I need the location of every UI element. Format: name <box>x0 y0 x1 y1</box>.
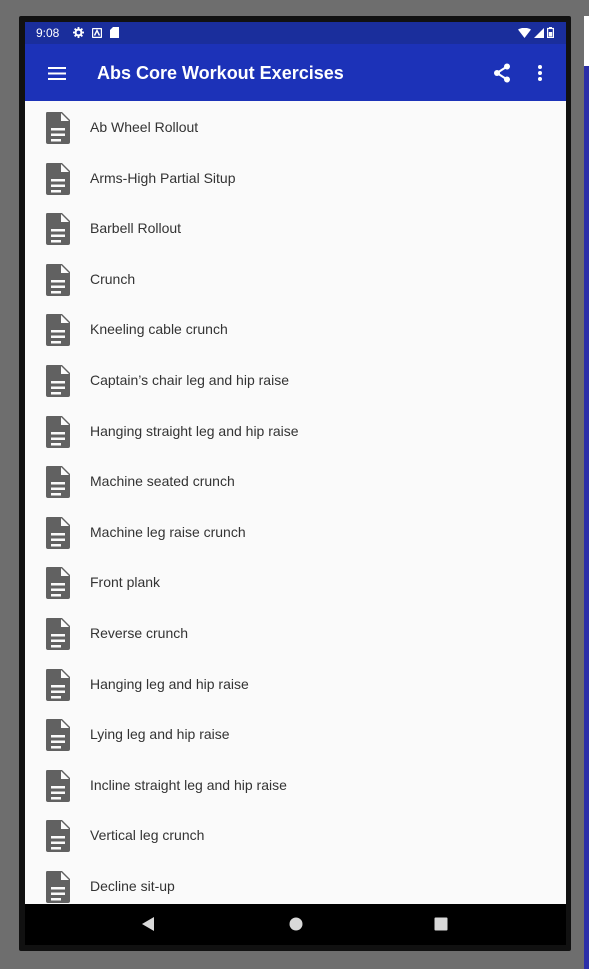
wifi-icon <box>518 27 531 38</box>
document-icon <box>46 213 70 246</box>
list-item-label: Kneeling cable crunch <box>90 321 228 338</box>
list-item[interactable]: Incline straight leg and hip raise <box>25 759 566 810</box>
list-item-label: Hanging straight leg and hip raise <box>90 422 299 439</box>
back-triangle-icon[interactable] <box>141 916 155 932</box>
side-edge-top <box>584 16 589 66</box>
list-item[interactable]: Hanging straight leg and hip raise <box>25 405 566 456</box>
list-item[interactable]: Ab Wheel Rollout <box>25 101 566 152</box>
list-item-label: Reverse crunch <box>90 624 189 641</box>
share-icon <box>494 63 510 83</box>
list-item[interactable]: Decline sit-up <box>25 860 566 904</box>
list-item-label: Arms-High Partial Situp <box>90 169 236 186</box>
app-bar: Abs Core Workout Exercises <box>25 44 566 101</box>
hamburger-menu-icon <box>48 66 66 80</box>
document-icon <box>46 668 70 701</box>
list-item[interactable]: Lying leg and hip raise <box>25 708 566 759</box>
list-item[interactable]: Machine seated crunch <box>25 455 566 506</box>
recents-square-icon[interactable] <box>434 917 448 931</box>
list-item[interactable]: Reverse crunch <box>25 607 566 658</box>
list-item-label: Incline straight leg and hip raise <box>90 776 287 793</box>
document-icon <box>46 617 70 650</box>
list-item[interactable]: Barbell Rollout <box>25 202 566 253</box>
settings-icon <box>73 27 84 38</box>
document-icon <box>46 466 70 499</box>
list-item-label: Ab Wheel Rollout <box>90 119 199 135</box>
status-bar: 9:08 <box>25 22 566 44</box>
more-options-button[interactable] <box>528 61 552 85</box>
status-time: 9:08 <box>36 26 60 40</box>
list-item[interactable]: Crunch <box>25 253 566 304</box>
document-icon <box>46 870 70 903</box>
list-item[interactable]: Vertical leg crunch <box>25 809 566 860</box>
more-vert-icon <box>538 65 542 81</box>
navigation-bar <box>25 904 566 945</box>
side-edge <box>584 66 589 969</box>
list-item-label: Hanging leg and hip raise <box>90 675 249 692</box>
signal-icon <box>534 27 544 38</box>
document-icon <box>46 567 70 600</box>
list-item-label: Captain’s chair leg and hip raise <box>90 371 289 388</box>
list-item-label: Vertical leg crunch <box>90 827 205 844</box>
list-item[interactable]: Captain’s chair leg and hip raise <box>25 354 566 405</box>
document-icon <box>46 314 70 347</box>
battery-icon <box>547 27 554 38</box>
document-icon <box>46 162 70 195</box>
home-circle-icon[interactable] <box>289 917 303 931</box>
document-icon <box>46 364 70 397</box>
document-icon <box>46 820 70 853</box>
sd-card-icon <box>110 27 119 38</box>
app-title: Abs Core Workout Exercises <box>97 63 344 83</box>
list-item-label: Front plank <box>90 574 161 591</box>
device-frame: 9:08 Abs Core Workout Exercises Ab Wheel… <box>19 16 571 951</box>
list-item[interactable]: Hanging leg and hip raise <box>25 658 566 709</box>
list-item-label: Lying leg and hip raise <box>90 726 230 743</box>
status-icons-right <box>518 27 554 38</box>
share-button[interactable] <box>490 61 514 85</box>
list-item[interactable]: Machine leg raise crunch <box>25 506 566 557</box>
list-item-label: Decline sit-up <box>90 877 175 894</box>
list-item-label: Machine leg raise crunch <box>90 523 246 540</box>
screen: 9:08 Abs Core Workout Exercises Ab Wheel… <box>25 22 566 904</box>
document-icon <box>46 415 70 448</box>
document-icon <box>46 719 70 752</box>
list-item-label: Crunch <box>90 270 136 287</box>
list-item[interactable]: Front plank <box>25 556 566 607</box>
document-icon <box>46 263 70 296</box>
document-icon <box>46 769 70 802</box>
list-item[interactable]: Arms-High Partial Situp <box>25 152 566 203</box>
document-icon <box>46 112 70 144</box>
exercise-list: Ab Wheel Rollout Arms-High Partial Situp… <box>25 101 566 904</box>
hamburger-menu-button[interactable] <box>45 61 69 85</box>
status-icons-left <box>73 27 119 38</box>
notification-icon <box>92 27 102 38</box>
document-icon <box>46 516 70 549</box>
list-item[interactable]: Kneeling cable crunch <box>25 303 566 354</box>
list-item-label: Machine seated crunch <box>90 473 235 490</box>
list-item-label: Barbell Rollout <box>90 220 182 237</box>
